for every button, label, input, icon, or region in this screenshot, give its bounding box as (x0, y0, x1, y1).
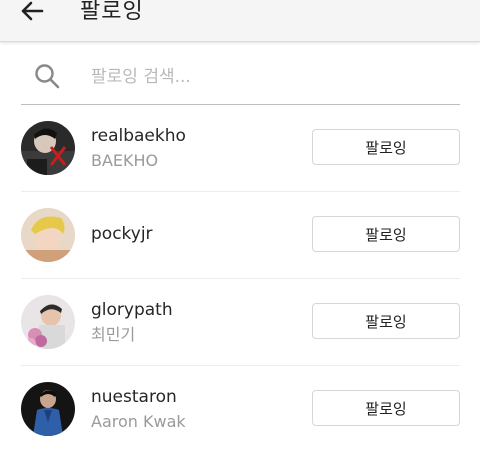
search-bar (21, 52, 460, 105)
username[interactable]: pockyjr (91, 223, 153, 245)
username[interactable]: realbaekho (91, 125, 186, 147)
full-name: 최민기 (91, 325, 136, 344)
list-item[interactable]: nuestaron Aaron Kwak 팔로잉 (21, 366, 460, 452)
avatar[interactable] (21, 295, 75, 349)
list-item[interactable]: pockyjr 팔로잉 (21, 192, 460, 279)
username[interactable]: glorypath (91, 299, 173, 321)
search-input[interactable] (89, 62, 453, 92)
app-bar: 팔로잉 (0, 0, 480, 42)
list-item[interactable]: realbaekho BAEKHO 팔로잉 (21, 105, 460, 192)
full-name: Aaron Kwak (91, 412, 186, 431)
following-list: realbaekho BAEKHO 팔로잉 pockyjr 팔로잉 gloryp… (0, 105, 480, 452)
following-button[interactable]: 팔로잉 (312, 303, 460, 339)
back-button[interactable] (14, 0, 50, 30)
search-icon (35, 64, 60, 89)
avatar[interactable] (21, 121, 75, 175)
list-item[interactable]: glorypath 최민기 팔로잉 (21, 279, 460, 366)
arrow-left-icon (21, 1, 44, 21)
avatar[interactable] (21, 382, 75, 436)
following-button[interactable]: 팔로잉 (312, 129, 460, 165)
username[interactable]: nuestaron (91, 386, 186, 408)
full-name: BAEKHO (91, 151, 159, 170)
following-button[interactable]: 팔로잉 (312, 390, 460, 426)
avatar[interactable] (21, 208, 75, 262)
page-title: 팔로잉 (80, 0, 144, 24)
following-button[interactable]: 팔로잉 (312, 216, 460, 252)
